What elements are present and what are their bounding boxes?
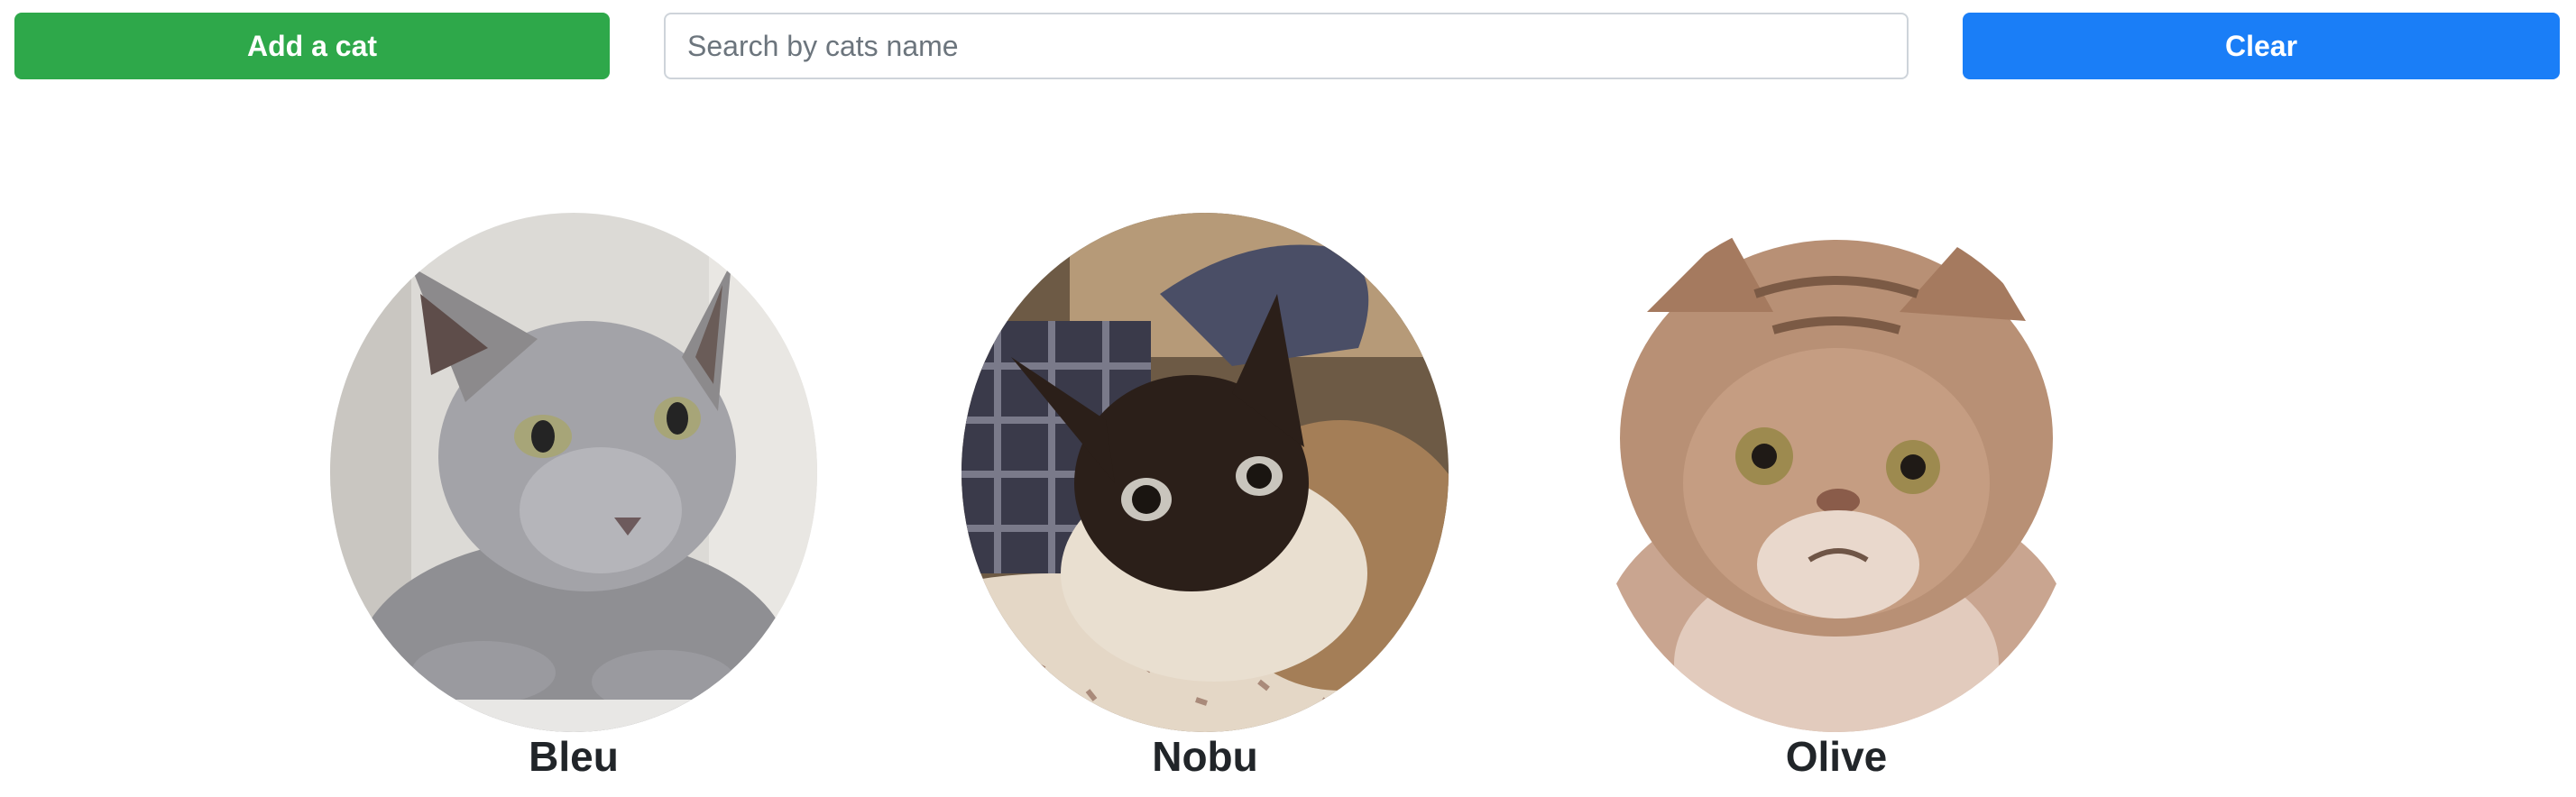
- cat-photo: [330, 213, 817, 732]
- add-cat-button[interactable]: Add a cat: [14, 13, 610, 79]
- cat-name: Nobu: [1152, 733, 1258, 780]
- persian-cat-photo-icon: [1593, 213, 2080, 732]
- toolbar: Add a cat Clear: [0, 0, 2576, 108]
- clear-button[interactable]: Clear: [1963, 13, 2560, 79]
- cat-name: Olive: [1785, 733, 1888, 780]
- cat-card[interactable]: Bleu: [330, 213, 817, 790]
- cat-card[interactable]: Olive: [1593, 213, 2080, 790]
- search-input[interactable]: [664, 13, 1909, 79]
- cat-card[interactable]: Nobu: [961, 213, 1449, 790]
- cat-name: Bleu: [529, 733, 619, 780]
- cat-photo: [1593, 213, 2080, 732]
- gray-cat-photo-icon: [330, 213, 817, 732]
- cat-photo: [961, 213, 1449, 732]
- siamese-cat-photo-icon: [961, 213, 1449, 732]
